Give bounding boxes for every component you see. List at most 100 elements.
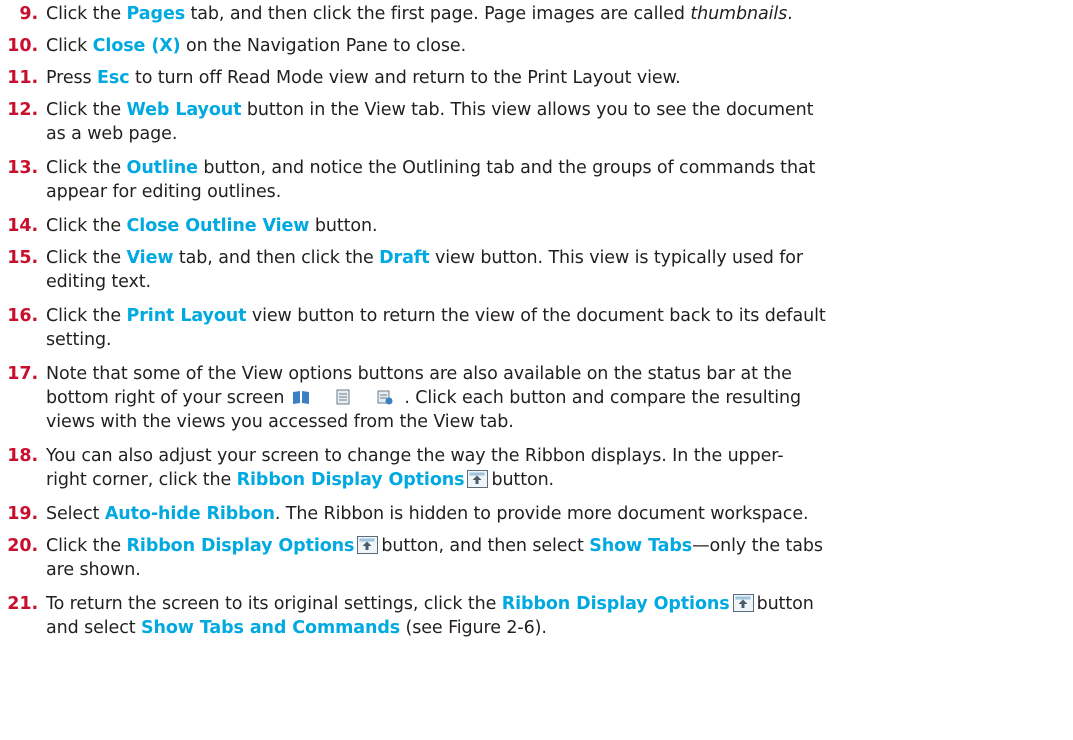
step-text-line: Click the Pages tab, and then click the … xyxy=(46,2,793,26)
command-keyword: Auto-hide Ribbon xyxy=(104,504,275,524)
step-text: Click the xyxy=(46,4,127,24)
step-text-line: appear for editing outlines. xyxy=(46,180,281,204)
step-number: 10. xyxy=(7,36,38,56)
command-keyword: Ribbon Display Options xyxy=(126,536,355,556)
step-text: button in the View tab. This view allows… xyxy=(241,100,814,120)
step-item: 11. Press Esc to turn off Read Mode view … xyxy=(0,66,1065,90)
step-item: 13. Click the Outline button, and notice … xyxy=(0,156,1065,204)
step-text: button xyxy=(756,594,814,614)
step-number: 14. xyxy=(7,216,38,236)
step-text: bottom right of your screen xyxy=(46,388,285,408)
step-item: 17. Note that some of the View options bu… xyxy=(0,362,1065,434)
step-text: views with the views you accessed from t… xyxy=(46,412,514,432)
step-text-line: Click the Ribbon Display Options button, … xyxy=(46,534,823,558)
step-number: 17. xyxy=(7,364,38,384)
step-text: —only the tabs xyxy=(692,536,823,556)
step-text-line: and select Show Tabs and Commands (see F… xyxy=(46,616,547,640)
step-text: button. xyxy=(491,470,555,490)
step-text: Click the xyxy=(46,306,127,326)
ribbon-display-options-icon xyxy=(732,594,754,612)
step-text: are shown. xyxy=(46,560,141,580)
step-text: Press xyxy=(46,68,98,88)
command-keyword: Close (X) xyxy=(92,36,181,56)
step-text: Click xyxy=(46,36,93,56)
step-text: appear for editing outlines. xyxy=(46,182,282,202)
step-item: 14. Click the Close Outline View button. xyxy=(0,214,1065,238)
step-text-line: Press Esc to turn off Read Mode view and… xyxy=(46,66,681,90)
command-keyword: Web Layout xyxy=(126,100,242,120)
term-italic: thumbnails xyxy=(690,4,788,24)
step-text: Click the xyxy=(46,248,127,268)
step-text: as a web page. xyxy=(46,124,178,144)
step-item: 16. Click the Print Layout view button to… xyxy=(0,304,1065,352)
command-keyword: Show Tabs and Commands xyxy=(140,618,401,638)
step-number: 15. xyxy=(7,248,38,268)
command-keyword: View xyxy=(126,248,174,268)
step-text: . xyxy=(787,4,793,24)
step-item: 20. Click the Ribbon Display Options butto… xyxy=(0,534,1065,582)
step-item: 15. Click the View tab, and then click th… xyxy=(0,246,1065,294)
step-text: and select xyxy=(46,618,141,638)
step-number: 16. xyxy=(7,306,38,326)
step-text: Click the xyxy=(46,100,127,120)
step-item: 18. You can also adjust your screen to ch… xyxy=(0,444,1065,492)
step-text: setting. xyxy=(46,330,112,350)
step-text: on the Navigation Pane to close. xyxy=(180,36,467,56)
print-layout-icon xyxy=(332,388,354,407)
step-text-line: as a web page. xyxy=(46,122,177,146)
step-text: Note that some of the View options butto… xyxy=(46,364,792,384)
web-layout-icon xyxy=(374,388,396,407)
step-text: Click the xyxy=(46,158,127,178)
step-text: tab, and then click the xyxy=(173,248,380,268)
command-keyword: Pages xyxy=(126,4,186,24)
step-text: view button. This view is typically used… xyxy=(429,248,803,268)
step-item: 19. Select Auto-hide Ribbon. The Ribbon i… xyxy=(0,502,1065,526)
step-text-line: views with the views you accessed from t… xyxy=(46,410,514,434)
step-text-line: You can also adjust your screen to chang… xyxy=(46,444,784,468)
ribbon-display-options-icon xyxy=(467,470,489,488)
step-text-line: Click Close (X) on the Navigation Pane t… xyxy=(46,34,466,58)
command-keyword: Draft xyxy=(379,248,430,268)
command-keyword: Ribbon Display Options xyxy=(236,470,465,490)
step-item: 21. To return the screen to its original … xyxy=(0,592,1065,640)
step-number: 20. xyxy=(7,536,38,556)
step-text: (see Figure 2-6). xyxy=(400,618,547,638)
step-text: editing text. xyxy=(46,272,152,292)
step-text: To return the screen to its original set… xyxy=(46,594,502,614)
step-text-line: To return the screen to its original set… xyxy=(46,592,814,616)
step-text: Click the xyxy=(46,216,127,236)
step-text: Click the xyxy=(46,536,127,556)
step-number: 19. xyxy=(7,504,38,524)
step-text: button, and then select xyxy=(381,536,590,556)
command-keyword: Print Layout xyxy=(126,306,247,326)
step-text: You can also adjust your screen to chang… xyxy=(46,446,784,466)
step-text: view button to return the view of the do… xyxy=(246,306,826,326)
step-text-line: Click the View tab, and then click the D… xyxy=(46,246,803,270)
step-number: 21. xyxy=(7,594,38,614)
step-text-line: setting. xyxy=(46,328,112,352)
step-text: button. xyxy=(309,216,378,236)
read-mode-icon xyxy=(290,388,312,407)
step-text: tab, and then click the first page. Page… xyxy=(185,4,691,24)
step-text-line: editing text. xyxy=(46,270,151,294)
step-text: . The Ribbon is hidden to provide more d… xyxy=(274,504,809,524)
instruction-steps: 9. Click the Pages tab, and then click th… xyxy=(0,0,1073,740)
step-text: button, and notice the Outlining tab and… xyxy=(197,158,816,178)
step-text-line: Note that some of the View options butto… xyxy=(46,362,792,386)
step-text: to turn off Read Mode view and return to… xyxy=(129,68,681,88)
step-number: 9. xyxy=(19,4,38,24)
step-text-line: Click the Print Layout view button to re… xyxy=(46,304,826,328)
command-keyword: Esc xyxy=(97,68,130,88)
step-text: . Click each button and compare the resu… xyxy=(404,388,801,408)
step-number: 13. xyxy=(7,158,38,178)
step-item: 9. Click the Pages tab, and then click th… xyxy=(0,2,1065,26)
step-number: 12. xyxy=(7,100,38,120)
step-text: right corner, click the xyxy=(46,470,237,490)
command-keyword: Close Outline View xyxy=(126,216,310,236)
ribbon-display-options-icon xyxy=(357,536,379,554)
command-keyword: Ribbon Display Options xyxy=(501,594,730,614)
step-text-line: Click the Web Layout button in the View … xyxy=(46,98,814,122)
step-text-line: Click the Outline button, and notice the… xyxy=(46,156,815,180)
step-item: 10. Click Close (X) on the Navigation Pan… xyxy=(0,34,1065,58)
step-text: Select xyxy=(46,504,105,524)
